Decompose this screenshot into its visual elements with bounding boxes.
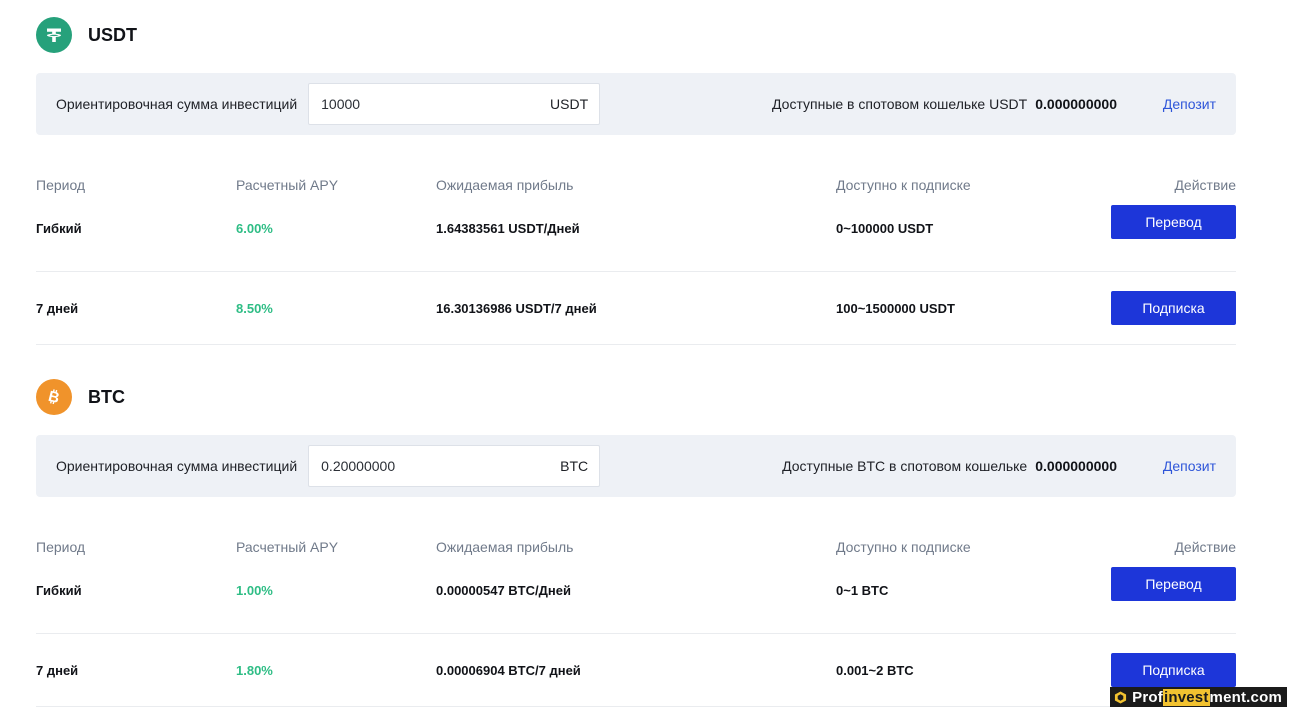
header-period: Период [36, 539, 86, 555]
subscribe-button[interactable]: Подписка [1111, 653, 1236, 687]
spot-wallet-balance: Доступные в спотовом кошельке USDT 0.000… [772, 96, 1117, 112]
header-available: Доступно к подписке [836, 177, 971, 193]
investment-amount-field[interactable]: BTC [308, 445, 601, 487]
wallet-label: Доступные BTC в спотовом кошельке [782, 458, 1028, 474]
period-cell: Гибкий [36, 583, 82, 598]
period-cell: 7 дней [36, 663, 79, 678]
header-action: Действие [1174, 539, 1236, 555]
spot-wallet-balance: Доступные BTC в спотовом кошельке 0.0000… [782, 458, 1117, 474]
profit-cell: 0.00000547 BTC/Дней [436, 583, 571, 598]
apy-cell: 1.00% [236, 583, 273, 598]
header-period: Период [36, 177, 86, 193]
available-cell: 0~1 BTC [836, 583, 889, 598]
apy-cell: 8.50% [236, 301, 273, 316]
watermark-logo-icon [1115, 690, 1127, 704]
table-row: Гибкий 6.00% 1.64383561 USDT/Дней 0~1000… [36, 199, 1236, 272]
usdt-section: USDT Ориентировочная сумма инвестиций US… [36, 16, 1236, 345]
profit-cell: 16.30136986 USDT/7 дней [436, 301, 597, 316]
available-cell: 100~1500000 USDT [836, 301, 955, 316]
profit-cell: 0.00006904 BTC/7 дней [436, 663, 581, 678]
coin-header: USDT [36, 16, 1236, 54]
investment-amount-label: Ориентировочная сумма инвестиций [56, 96, 298, 112]
amount-unit: USDT [550, 96, 589, 112]
apy-cell: 6.00% [236, 221, 273, 236]
coin-name: USDT [88, 24, 137, 45]
coin-header: B BTC [36, 378, 1236, 416]
table-row: Гибкий 1.00% 0.00000547 BTC/Дней 0~1 BTC… [36, 561, 1236, 634]
amount-unit: BTC [560, 458, 589, 474]
coin-name: BTC [88, 386, 125, 407]
btc-section: B BTC Ориентировочная сумма инвестиций B… [36, 378, 1236, 707]
investment-amount-field[interactable]: USDT [308, 83, 601, 125]
watermark-prefix: Prof [1132, 688, 1163, 706]
period-cell: Гибкий [36, 221, 82, 236]
tether-icon [36, 17, 72, 53]
watermark-highlight: invest [1162, 688, 1210, 706]
period-cell: 7 дней [36, 301, 79, 316]
available-cell: 0.001~2 BTC [836, 663, 914, 678]
profit-cell: 1.64383561 USDT/Дней [436, 221, 580, 236]
investment-calculator: Ориентировочная сумма инвестиций USDT До… [36, 73, 1236, 135]
header-action: Действие [1174, 177, 1236, 193]
header-profit: Ожидаемая прибыль [436, 177, 574, 193]
table-header: Период Расчетный APY Ожидаемая прибыль Д… [36, 533, 1236, 561]
investment-amount-input[interactable] [321, 458, 522, 474]
deposit-link[interactable]: Депозит [1163, 96, 1216, 112]
table-row: 7 дней 8.50% 16.30136986 USDT/7 дней 100… [36, 272, 1236, 345]
available-cell: 0~100000 USDT [836, 221, 934, 236]
wallet-value: 0.000000000 [1035, 458, 1117, 474]
transfer-button[interactable]: Перевод [1111, 567, 1236, 601]
apy-cell: 1.80% [236, 663, 273, 678]
products-table: Период Расчетный APY Ожидаемая прибыль Д… [36, 171, 1236, 345]
wallet-value: 0.000000000 [1035, 96, 1117, 112]
wallet-label: Доступные в спотовом кошельке USDT [772, 96, 1028, 112]
header-available: Доступно к подписке [836, 539, 971, 555]
transfer-button[interactable]: Перевод [1111, 205, 1236, 239]
deposit-link[interactable]: Депозит [1163, 458, 1216, 474]
products-table: Период Расчетный APY Ожидаемая прибыль Д… [36, 533, 1236, 707]
table-row: 7 дней 1.80% 0.00006904 BTC/7 дней 0.001… [36, 634, 1236, 707]
watermark-suffix: ment.com [1209, 688, 1282, 706]
investment-amount-input[interactable] [321, 96, 522, 112]
watermark: Prof invest ment.com [1110, 687, 1287, 707]
bitcoin-icon: B [36, 379, 72, 415]
investment-amount-label: Ориентировочная сумма инвестиций [56, 458, 298, 474]
table-header: Период Расчетный APY Ожидаемая прибыль Д… [36, 171, 1236, 199]
header-apy: Расчетный APY [236, 177, 339, 193]
subscribe-button[interactable]: Подписка [1111, 291, 1236, 325]
header-apy: Расчетный APY [236, 539, 339, 555]
header-profit: Ожидаемая прибыль [436, 539, 574, 555]
investment-calculator: Ориентировочная сумма инвестиций BTC Дос… [36, 435, 1236, 497]
